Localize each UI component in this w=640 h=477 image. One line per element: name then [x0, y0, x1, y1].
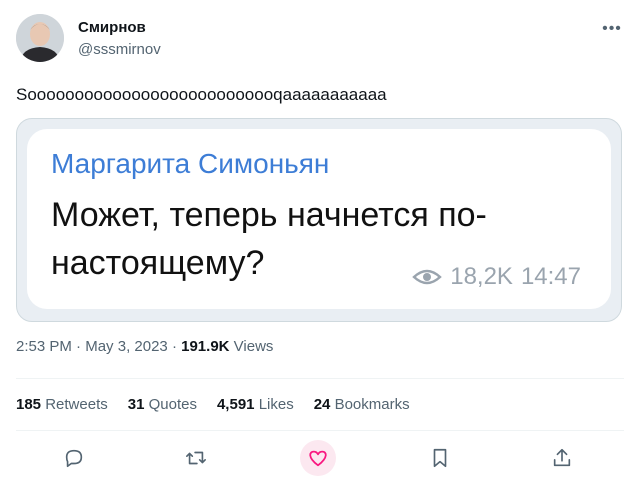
- views-label: Views: [233, 338, 274, 355]
- avatar-image: [16, 14, 64, 62]
- bookmarks-label: Bookmarks: [334, 396, 410, 413]
- divider: [16, 430, 624, 431]
- likes-label: Likes: [258, 396, 294, 413]
- share-button[interactable]: [544, 440, 580, 476]
- separator: ·: [171, 338, 177, 355]
- divider: [16, 378, 624, 379]
- message-sender: Маргарита Симоньян: [51, 148, 330, 179]
- quotes-label: Quotes: [148, 396, 197, 413]
- retweets-label: Retweets: [45, 396, 108, 413]
- eye-icon: [412, 269, 442, 285]
- retweet-icon: [186, 451, 206, 465]
- tweet-date[interactable]: May 3, 2023: [85, 338, 168, 355]
- quotes-stat[interactable]: 31 Quotes: [128, 396, 197, 413]
- tweet-time[interactable]: 2:53 PM: [16, 338, 72, 355]
- more-icon[interactable]: •••: [600, 20, 624, 40]
- tweet-stats: 185 Retweets 31 Quotes 4,591 Likes 24 Bo…: [16, 396, 410, 413]
- retweet-button[interactable]: [178, 440, 214, 476]
- author-handle[interactable]: @sssmirnov: [78, 40, 161, 60]
- retweets-count: 185: [16, 396, 42, 413]
- retweets-stat[interactable]: 185 Retweets: [16, 396, 108, 413]
- tweet-media[interactable]: Маргарита Симоньян Может, теперь начнетс…: [16, 118, 622, 322]
- action-bar: [40, 440, 600, 476]
- like-button[interactable]: [300, 440, 336, 476]
- message-meta: 18,2K 14:47: [412, 263, 581, 291]
- tweet-text: Sooooooooooooooooooooooooooqaaaaaaaaaaa: [16, 85, 387, 104]
- reply-icon: [65, 449, 83, 468]
- bookmark-button[interactable]: [422, 440, 458, 476]
- quotes-count: 31: [127, 396, 145, 413]
- avatar[interactable]: [16, 14, 64, 62]
- bookmarks-stat[interactable]: 24 Bookmarks: [314, 396, 410, 413]
- author-name[interactable]: Смирнов: [78, 18, 146, 38]
- share-icon: [553, 448, 571, 467]
- message-bubble: Маргарита Симоньян Может, теперь начнетс…: [27, 129, 611, 309]
- message-views: 18,2K: [450, 263, 513, 290]
- tweet-timestamp: 2:53 PM · May 3, 2023 · 191.9K Views: [16, 338, 273, 355]
- views-count: 191.9K: [181, 338, 230, 355]
- likes-count: 4,591: [216, 396, 255, 413]
- bookmark-icon: [433, 448, 447, 468]
- tweet-header: Смирнов @sssmirnov •••: [16, 14, 624, 66]
- separator: ·: [76, 338, 82, 355]
- likes-stat[interactable]: 4,591 Likes: [217, 396, 294, 413]
- message-time: 14:47: [520, 263, 581, 290]
- bookmarks-count: 24: [313, 396, 331, 413]
- heart-icon: [309, 450, 327, 467]
- reply-button[interactable]: [56, 440, 92, 476]
